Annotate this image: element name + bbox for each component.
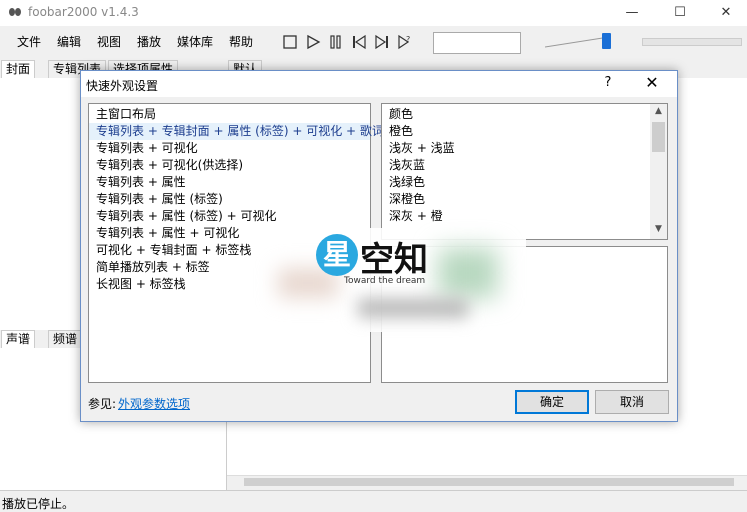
appearance-options-link[interactable]: 外观参数选项 [118,395,190,412]
color-list-header: 颜色 [389,107,414,121]
menu-library[interactable]: 媒体库 [177,33,213,50]
horizontal-scrollbar-thumb[interactable] [244,478,734,486]
layout-list-header: 主窗口布局 [96,107,157,121]
status-bar [0,490,747,510]
menu-help[interactable]: 帮助 [229,33,253,50]
watermark-logo: 星 [316,234,358,276]
stop-icon[interactable] [281,33,299,51]
search-box[interactable] [433,32,521,54]
color-list[interactable]: 颜色 橙色 浅灰 + 浅蓝 浅灰蓝 浅绿色 深橙色 深灰 + 橙 ▲ ▼ [381,103,668,240]
menu-view[interactable]: 视图 [97,33,121,50]
layout-option[interactable]: 专辑列表 + 可视化 [89,140,370,157]
cancel-button[interactable]: 取消 [595,390,669,414]
tab-cover[interactable]: 封面 [1,60,36,78]
scroll-down-icon[interactable]: ▼ [653,224,664,236]
seek-bar[interactable] [642,38,742,46]
color-option[interactable]: 浅灰 + 浅蓝 [382,140,667,157]
color-items: 橙色 浅灰 + 浅蓝 浅灰蓝 浅绿色 深橙色 深灰 + 橙 [382,123,667,225]
layout-option[interactable]: 专辑列表 + 属性 (标签) [89,191,370,208]
play-icon[interactable] [304,33,322,51]
watermark-subtitle: Toward the dream [344,276,426,286]
color-list-scrollbar-thumb[interactable] [652,122,665,152]
pause-icon[interactable] [327,33,345,51]
volume-slider-thumb[interactable] [602,33,611,49]
watermark-text: 空知 [360,240,428,280]
see-also-label: 参见: [88,397,117,411]
menu-edit[interactable]: 编辑 [57,33,81,50]
status-text: 播放已停止。 [2,497,75,511]
svg-text:?: ? [406,35,410,44]
layout-option[interactable]: 专辑列表 + 属性 [89,174,370,191]
previous-icon[interactable] [350,33,368,51]
color-option[interactable]: 浅灰蓝 [382,157,667,174]
dialog-title-bar [81,71,677,97]
window-title: foobar2000 v1.4.3 [28,5,139,19]
dialog-title: 快速外观设置 [86,79,159,93]
color-option[interactable]: 橙色 [382,123,667,140]
close-button[interactable]: ✕ [703,0,747,26]
tab-spectrum[interactable]: 频谱 [48,330,83,348]
layout-option[interactable]: 专辑列表 + 可视化(供选择) [89,157,370,174]
dialog-close-button[interactable]: ✕ [637,73,667,92]
layout-option[interactable]: 专辑列表 + 属性 (标签) + 可视化 [89,208,370,225]
color-option[interactable]: 深灰 + 橙 [382,208,667,225]
watermark: 星 空知 Toward the dream [258,228,526,332]
next-icon[interactable] [373,33,391,51]
watermark-blur [358,298,468,318]
menu-file[interactable]: 文件 [17,33,41,50]
tab-spectrogram[interactable]: 声谱 [1,330,36,348]
color-option[interactable]: 深橙色 [382,191,667,208]
maximize-button[interactable]: ☐ [657,0,703,26]
help-button[interactable]: ? [593,75,623,90]
volume-slider-track[interactable] [545,36,609,48]
color-list-scrollbar[interactable]: ▲ ▼ [650,104,667,239]
color-option[interactable]: 浅绿色 [382,174,667,191]
watermark-blur [438,248,498,298]
minimize-button[interactable]: — [609,0,655,26]
menu-playback[interactable]: 播放 [137,33,161,50]
layout-option[interactable]: 专辑列表 + 专辑封面 + 属性 (标签) + 可视化 + 歌词 [89,123,384,140]
random-icon[interactable]: ? [396,33,414,51]
scroll-up-icon[interactable]: ▲ [653,106,664,118]
foobar-logo-icon [9,8,21,16]
ok-button[interactable]: 确定 [515,390,589,414]
